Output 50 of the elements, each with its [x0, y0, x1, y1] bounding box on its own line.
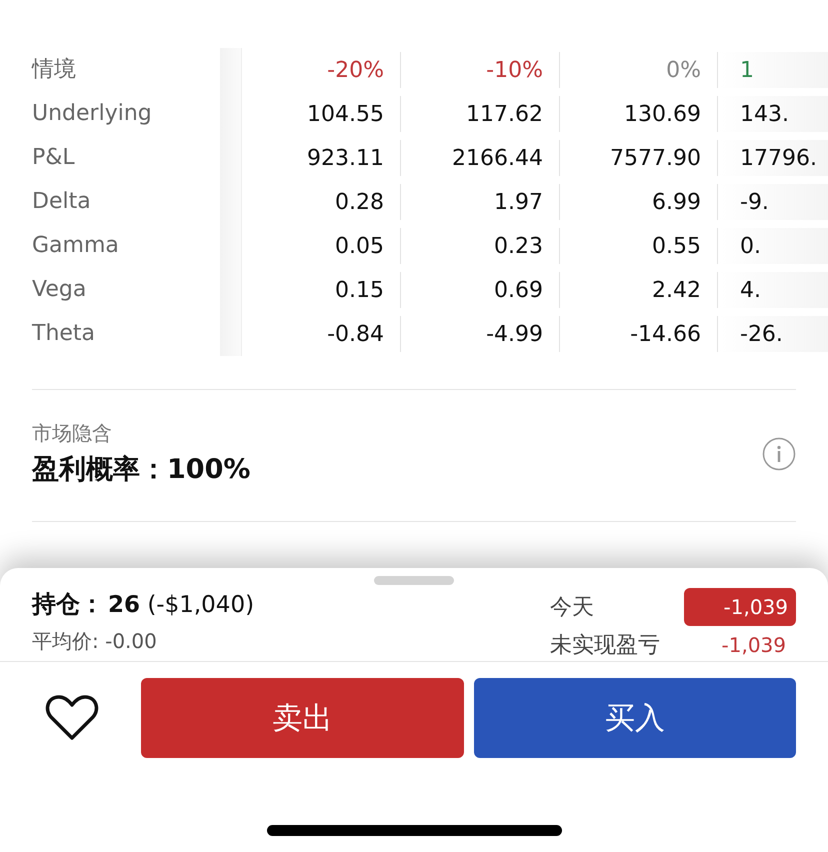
heart-icon[interactable] — [45, 694, 99, 742]
probability-label: 盈利概率： — [32, 453, 167, 487]
column-header: 1 — [740, 58, 754, 82]
table-cell: -14.66 — [630, 322, 701, 346]
row-label: Vega — [32, 276, 88, 304]
row-label: P&L — [32, 144, 76, 172]
position-value: 26 (-$1,040) — [108, 592, 254, 618]
table-cell: 0.69 — [494, 278, 543, 302]
column-header: -10% — [486, 58, 543, 82]
table-cell: 1.97 — [494, 190, 543, 214]
row-label: Delta — [32, 188, 92, 216]
row-label: Gamma — [32, 232, 120, 260]
table-cell: 6.99 — [652, 190, 701, 214]
info-icon[interactable] — [762, 436, 796, 470]
table-cell: -0.84 — [327, 322, 384, 346]
position-label: 持仓： — [32, 589, 104, 620]
table-cell: 117.62 — [466, 102, 543, 126]
average-price: 平均价: -0.00 — [32, 628, 158, 655]
table-cell: 923.11 — [307, 146, 384, 170]
caption: 市场隐含 — [32, 420, 113, 447]
table-cell: 17796. — [740, 146, 817, 170]
table-cell: 130.69 — [624, 102, 701, 126]
probability-value: 100% — [167, 454, 250, 485]
table-cell: 7577.90 — [610, 146, 701, 170]
table-cell: -4.99 — [486, 322, 543, 346]
column-header: -20% — [327, 58, 384, 82]
row-label: Underlying — [32, 100, 153, 128]
table-cell: 0.28 — [335, 190, 384, 214]
table-cell: 0.05 — [335, 234, 384, 258]
table-cell: 2166.44 — [452, 146, 543, 170]
table-cell: -9. — [740, 190, 769, 214]
table-cell: 2.42 — [652, 278, 701, 302]
table-cell: 104.55 — [307, 102, 384, 126]
table-cell: 4. — [740, 278, 761, 302]
table-cell: 0. — [740, 234, 761, 258]
stat-label: 未实现盈亏 — [550, 632, 661, 660]
pnl-value: -1,039 — [720, 633, 787, 657]
pnl-badge: -1,039 — [684, 588, 796, 626]
table-cell: 0.23 — [494, 234, 543, 258]
table-cell: 0.15 — [335, 278, 384, 302]
sell-button[interactable]: 卖出 — [141, 678, 464, 758]
drag-handle[interactable] — [374, 576, 454, 585]
table-cell: -26. — [740, 322, 783, 346]
table-cell: 0.55 — [652, 234, 701, 258]
row-label: Theta — [32, 320, 96, 348]
table-cell: 143. — [740, 102, 789, 126]
row-label: 情境 — [32, 56, 77, 84]
buy-button[interactable]: 买入 — [474, 678, 796, 758]
column-header: 0% — [666, 58, 701, 82]
stat-label: 今天 — [550, 594, 595, 622]
